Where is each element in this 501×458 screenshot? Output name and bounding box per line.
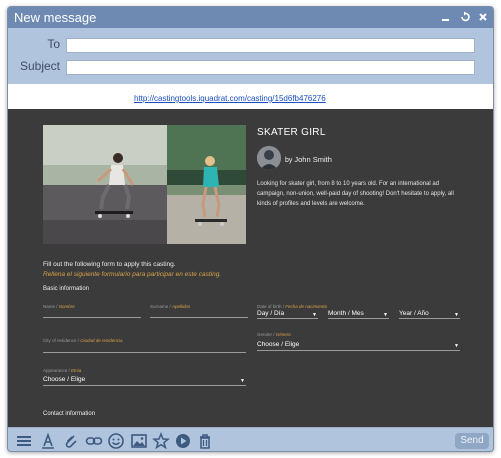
appearance-select[interactable]: Choose / Elige <box>43 376 85 383</box>
message-body: SKATER GIRL by John Smith Looking for sk… <box>8 109 493 427</box>
close-icon[interactable] <box>477 11 489 23</box>
link-icon[interactable] <box>85 432 103 450</box>
city-input[interactable] <box>43 352 246 353</box>
appearance-label: Appearance / Etnia <box>43 368 82 373</box>
day-select[interactable]: Day / Día <box>257 310 284 317</box>
form-intro-en: Fill out the following form to apply thi… <box>43 261 176 268</box>
star-icon[interactable] <box>152 431 170 450</box>
name-input[interactable] <box>43 317 141 318</box>
month-underline <box>328 318 389 319</box>
subject-label: Subject <box>19 59 60 73</box>
image-icon[interactable] <box>130 432 148 450</box>
gender-select[interactable]: Choose / Elige <box>257 341 299 348</box>
trash-icon[interactable] <box>196 432 214 450</box>
subject-field[interactable] <box>66 60 475 75</box>
dob-label: Date of birth / Fecha de nacimiento <box>257 304 328 309</box>
skater-photo-1 <box>43 125 167 244</box>
month-select[interactable]: Month / Mes <box>328 310 364 317</box>
to-field[interactable] <box>66 38 475 53</box>
gender-underline <box>257 350 460 351</box>
contact-info-heading: Contact information <box>43 411 96 417</box>
restore-icon[interactable] <box>459 11 471 23</box>
casting-description: Looking for skater girl, from 8 to 10 ye… <box>257 181 454 207</box>
window-title: New message <box>14 10 97 25</box>
menu-icon[interactable] <box>15 432 33 450</box>
author-line: by John Smith <box>285 155 332 164</box>
casting-link[interactable]: http://castingtools.iquadrat.com/casting… <box>134 94 326 103</box>
avatar <box>257 146 281 170</box>
day-underline <box>257 318 318 319</box>
link-bar: http://castingtools.iquadrat.com/casting… <box>8 84 493 109</box>
attachment-icon[interactable] <box>62 432 80 450</box>
city-label: City of residence / Ciudad de residencia <box>43 338 123 343</box>
skater-photo-2 <box>167 125 246 244</box>
surname-input[interactable] <box>150 317 248 318</box>
chevron-down-icon: ▼ <box>240 378 245 384</box>
year-underline <box>399 318 460 319</box>
text-format-icon[interactable] <box>39 432 57 450</box>
author-name: John Smith <box>294 155 332 164</box>
title-bar: New message <box>8 7 493 28</box>
casting-logo-icon[interactable] <box>174 432 192 450</box>
gender-label: Gender / Género <box>257 332 291 337</box>
form-intro-es: Rellena el siguiente formulario para par… <box>43 271 222 278</box>
to-label: To <box>47 37 60 51</box>
by-prefix: by <box>285 157 293 164</box>
send-button[interactable]: Send <box>455 433 489 449</box>
surname-label: Surname / Apellidos <box>150 304 191 309</box>
basic-info-heading: Basic information <box>43 286 90 292</box>
chevron-down-icon: ▼ <box>454 343 459 349</box>
name-label: Name / Nombre <box>43 304 75 309</box>
message-header: To Subject <box>8 28 493 84</box>
emoji-icon[interactable] <box>107 432 125 450</box>
compose-window: New message To Subject http://castingtoo… <box>7 6 494 452</box>
compose-toolbar: Send <box>8 427 493 451</box>
casting-title: SKATER GIRL <box>257 127 326 138</box>
minimize-icon[interactable] <box>440 11 452 23</box>
appearance-underline <box>43 385 246 386</box>
year-select[interactable]: Year / Año <box>399 310 429 317</box>
